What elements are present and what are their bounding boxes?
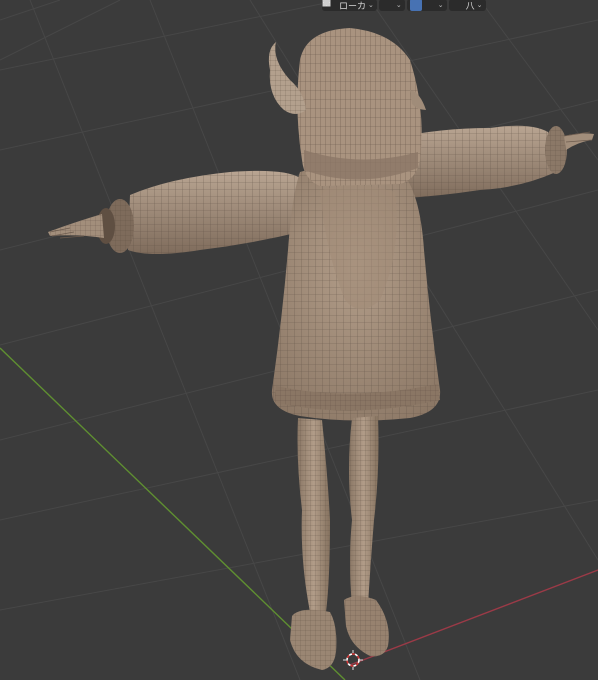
snap-group: ⌄ xyxy=(322,0,405,11)
x-axis-line xyxy=(349,569,598,666)
chevron-down-icon[interactable]: ⌄ xyxy=(438,1,444,9)
proportional-group: ⌄ xyxy=(322,0,447,11)
overlay-icon[interactable] xyxy=(323,0,464,11)
shoes xyxy=(290,596,389,670)
3d-cursor-icon xyxy=(343,650,363,670)
viewport-header-toolbar: ローカ ⌄ ⌄ ⌄ 八 ⌄ xyxy=(322,0,486,12)
legs xyxy=(297,416,379,612)
left-arm xyxy=(48,170,300,254)
chevron-down-icon[interactable]: ⌄ xyxy=(477,1,483,9)
viewport-canvas[interactable] xyxy=(0,0,598,680)
snap-increment-icon[interactable] xyxy=(323,0,436,11)
misc-label[interactable]: 八 xyxy=(466,0,475,12)
character-mesh xyxy=(48,28,594,670)
chevron-down-icon[interactable]: ⌄ xyxy=(396,1,402,9)
orientation-label[interactable]: ローカ xyxy=(339,0,366,12)
overlay-group: 八 ⌄ xyxy=(323,0,486,12)
torso-hoodie xyxy=(271,165,441,421)
proportional-edit-icon[interactable] xyxy=(322,0,422,11)
3d-viewport[interactable]: ローカ ⌄ ⌄ ⌄ 八 ⌄ xyxy=(0,0,598,680)
head-hair xyxy=(297,28,422,186)
snap-icon[interactable] xyxy=(322,0,394,11)
right-arm xyxy=(395,125,594,198)
chevron-down-icon[interactable]: ⌄ xyxy=(368,1,374,9)
